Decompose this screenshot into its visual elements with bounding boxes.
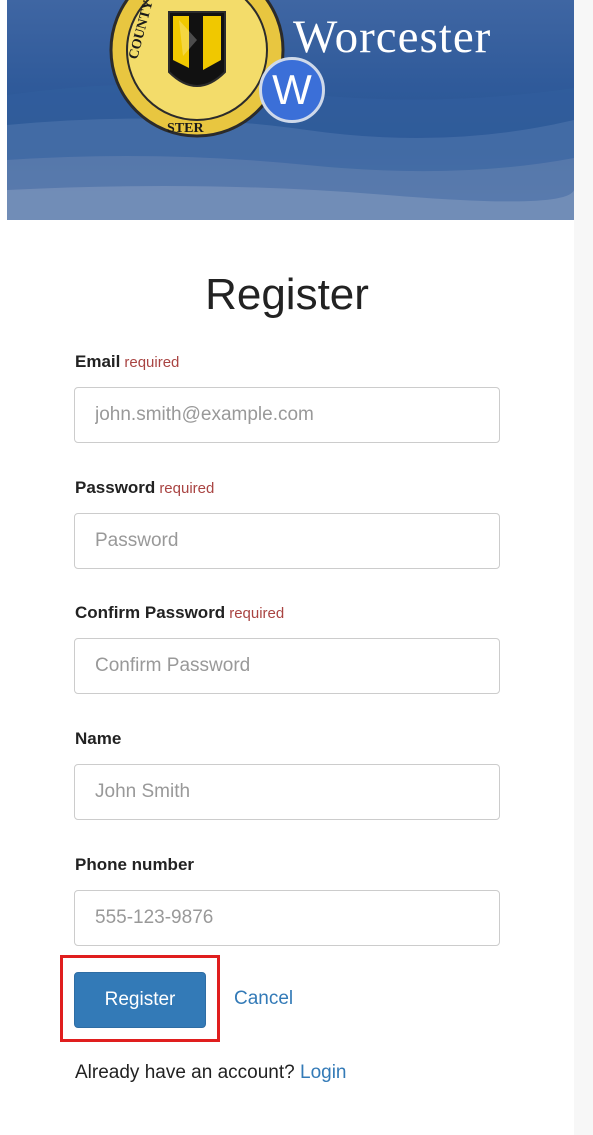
confirm-password-label-text: Confirm Password xyxy=(75,603,226,622)
phone-field[interactable] xyxy=(74,890,500,946)
password-label: Password required xyxy=(75,478,214,498)
county-seal-logo: COUNTY WOR STER xyxy=(109,0,285,138)
right-gutter xyxy=(574,0,593,1135)
email-field[interactable] xyxy=(74,387,500,443)
confirm-password-label: Confirm Password required xyxy=(75,603,284,623)
seal-text-bottom: STER xyxy=(167,121,204,136)
name-field[interactable] xyxy=(74,764,500,820)
login-prompt: Already have an account? Login xyxy=(75,1062,347,1084)
required-indicator: required xyxy=(124,354,180,371)
email-label-text: Email xyxy=(75,352,121,371)
email-label: Email required xyxy=(75,352,179,372)
required-indicator: required xyxy=(229,605,285,622)
confirm-password-field[interactable] xyxy=(74,638,500,694)
header-banner: COUNTY WOR STER Worcester W xyxy=(7,0,574,220)
phone-label-text: Phone number xyxy=(75,855,195,874)
banner-title: Worcester xyxy=(293,11,492,63)
name-label-text: Name xyxy=(75,729,122,748)
register-button[interactable]: Register xyxy=(74,972,206,1028)
page-title: Register xyxy=(205,270,369,319)
login-link[interactable]: Login xyxy=(300,1062,347,1083)
name-label: Name xyxy=(75,729,121,749)
required-indicator: required xyxy=(159,480,215,497)
cancel-link[interactable]: Cancel xyxy=(234,988,293,1010)
password-label-text: Password xyxy=(75,478,156,497)
password-field[interactable] xyxy=(74,513,500,569)
w-badge-logo: W xyxy=(259,57,325,123)
login-prompt-text: Already have an account? xyxy=(75,1062,295,1083)
phone-label: Phone number xyxy=(75,855,194,875)
